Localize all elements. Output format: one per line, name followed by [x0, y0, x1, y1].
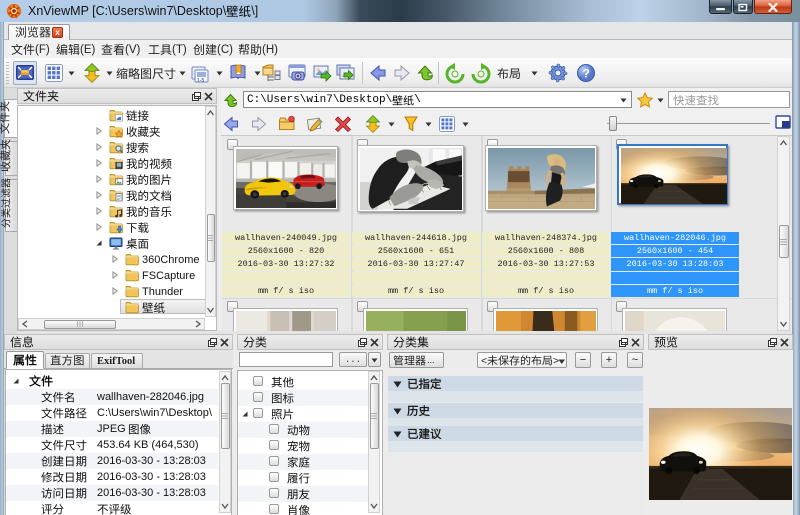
- svg-text:1-5: 1-5: [197, 78, 204, 83]
- svg-text:?: ?: [583, 67, 590, 81]
